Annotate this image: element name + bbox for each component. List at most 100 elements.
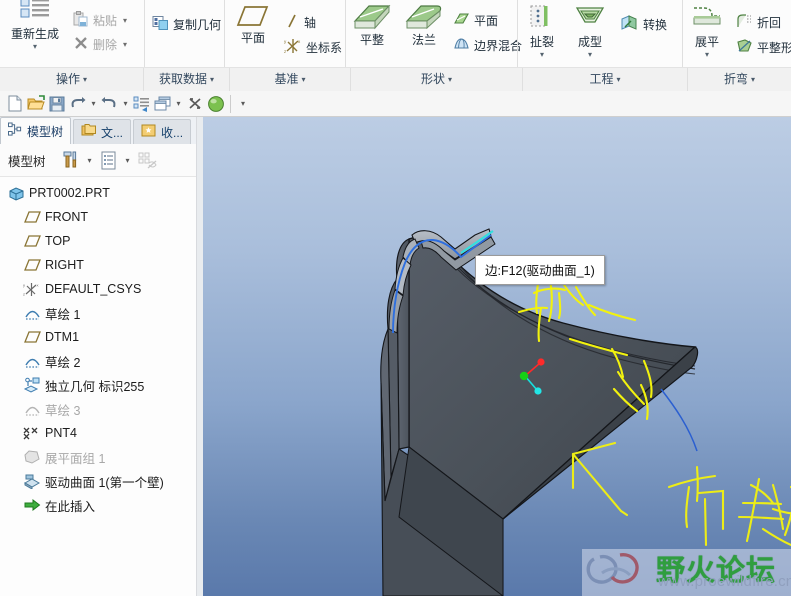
ribbon-group-label-engineering[interactable]: 工程 ▾	[523, 68, 688, 91]
tree-item-part[interactable]: PRT0002.PRT	[0, 181, 196, 205]
label-text-get-data: 获取数据	[158, 72, 207, 86]
datum-csys-label: 坐标系	[306, 41, 343, 55]
window-caret-icon[interactable]: ▾	[173, 93, 184, 114]
toolbar-overflow-button[interactable]: ▾	[235, 93, 251, 114]
boundary-blend-button[interactable]: 边界混合	[450, 35, 522, 56]
save-file-button[interactable]	[46, 93, 67, 114]
bend-back-label: 折回	[757, 16, 782, 30]
ribbon-group-label-datum[interactable]: 基准 ▾	[230, 68, 351, 91]
watermark-url: www.proewildfire.cn	[658, 573, 791, 590]
unbend-button[interactable]: 展平 ▾	[683, 2, 731, 59]
tree-item-right[interactable]: RIGHT	[0, 253, 196, 277]
unbend-caret-icon[interactable]: ▾	[705, 50, 709, 59]
ribbon-group-label-get-data[interactable]: 获取数据 ▾	[144, 68, 230, 91]
delete-button[interactable]: 删除 ▾	[70, 34, 144, 55]
list-display-icon	[101, 151, 116, 169]
tree-settings-button[interactable]	[60, 149, 82, 171]
ribbon-group-label-operations[interactable]: 操作 ▾	[0, 68, 144, 91]
undo-caret-icon[interactable]: ▾	[88, 93, 99, 114]
form-caret-icon[interactable]: ▾	[588, 50, 592, 59]
tree-item-sketch-1[interactable]: 草绘 1	[0, 301, 196, 325]
open-file-button[interactable]	[25, 93, 46, 114]
regenerate-button[interactable]: 重新生成 ▾	[4, 0, 66, 51]
redo-caret-icon[interactable]: ▾	[120, 93, 131, 114]
tree-display-button[interactable]	[98, 149, 120, 171]
tree-item-dtm1[interactable]: DTM1	[0, 325, 196, 349]
paste-icon	[73, 11, 89, 30]
datum-caret-icon[interactable]: ▾	[302, 75, 306, 84]
sphere-appearance-icon	[207, 95, 224, 112]
part-cube-icon	[6, 184, 26, 202]
ribbon: 重新生成 ▾ 粘贴 ▾ 删除 ▾ 复制几何 平面 轴 y z x 坐标系 平整 …	[0, 0, 791, 91]
form-button[interactable]: 成型 ▾	[566, 2, 614, 59]
creo-application-window: 重新生成 ▾ 粘贴 ▾ 删除 ▾ 复制几何 平面 轴 y z x 坐标系 平整 …	[0, 0, 791, 596]
convert-button[interactable]: 转换	[618, 14, 682, 35]
regenerate-button-qat[interactable]	[131, 93, 152, 114]
quick-access-toolbar: ▾ ▾ ▾ ▾	[0, 91, 791, 117]
rip-caret-icon[interactable]: ▾	[540, 50, 544, 59]
datum-axis-label: 轴	[304, 16, 317, 30]
paste-button[interactable]: 粘贴 ▾	[70, 10, 144, 31]
bend-caret-icon[interactable]: ▾	[751, 75, 755, 84]
form-label: 成型	[578, 35, 603, 49]
engineering-caret-icon[interactable]: ▾	[617, 75, 621, 84]
ribbon-group-labels: 操作 ▾ 获取数据 ▾ 基准 ▾ 形状 ▾ 工程 ▾ 折弯 ▾	[0, 67, 791, 91]
tree-item-independent-geom[interactable]: 独立几何 标识255	[0, 373, 196, 397]
flat-wall-button[interactable]: 平整	[346, 0, 398, 47]
tree-item-front[interactable]: FRONT	[0, 205, 196, 229]
tree-display-caret-icon[interactable]: ▾	[122, 149, 134, 171]
independent-geom-icon	[22, 376, 42, 394]
ribbon-group-bend: 展平 ▾ 折回 平整形	[682, 0, 791, 67]
ribbon-group-label-shape[interactable]: 形状 ▾	[351, 68, 523, 91]
tree-item-insert-here[interactable]: 在此插入	[0, 493, 196, 517]
ribbon-group-label-bend[interactable]: 折弯 ▾	[688, 68, 791, 91]
tree-item-flat-quilt-1[interactable]: 展平面组 1	[0, 445, 196, 469]
regenerate-caret-icon[interactable]: ▾	[33, 42, 37, 51]
redo-button[interactable]	[99, 93, 120, 114]
window-button[interactable]	[152, 93, 173, 114]
copy-geometry-button[interactable]: 复制几何	[149, 14, 224, 35]
filter-hidden-icon	[138, 152, 157, 168]
tab-favorites[interactable]: 收...	[133, 119, 192, 144]
toolbar-separator	[230, 94, 231, 113]
appearance-button[interactable]	[205, 93, 226, 114]
model-tree-icon	[8, 122, 23, 140]
save-disk-icon	[49, 96, 64, 111]
rip-button[interactable]: 扯裂 ▾	[518, 2, 566, 59]
shape-caret-icon[interactable]: ▾	[448, 75, 452, 84]
convert-label: 转换	[643, 18, 668, 32]
paste-label: 粘贴	[93, 14, 118, 28]
datum-axis-button[interactable]: 轴	[281, 12, 345, 33]
datum-csys-button[interactable]: y z x 坐标系	[281, 37, 345, 58]
flat-state-button[interactable]: 平整形态	[733, 37, 791, 58]
tools-hammer-icon	[63, 151, 76, 168]
regenerate-label: 重新生成	[10, 27, 59, 41]
new-file-button[interactable]	[4, 93, 25, 114]
surface-plane-icon	[453, 11, 470, 30]
tree-item-default-csys[interactable]: y z x DEFAULT_CSYS	[0, 277, 196, 301]
tree-item-top[interactable]: TOP	[0, 229, 196, 253]
datum-plane-button[interactable]: 平面	[225, 2, 281, 45]
graphics-viewport[interactable]: 边:F12(驱动曲面_1) 野火论坛 www.proewildfire.cn	[203, 117, 791, 596]
tree-item-pnt4[interactable]: PNT4	[0, 421, 196, 445]
tree-item-sketch-2[interactable]: 草绘 2	[0, 349, 196, 373]
flange-wall-button[interactable]: 法兰	[398, 0, 450, 47]
paste-caret-icon[interactable]: ▾	[123, 16, 127, 25]
get-data-caret-icon[interactable]: ▾	[210, 75, 214, 84]
tree-filter-button[interactable]	[136, 149, 158, 171]
surface-plane-button[interactable]: 平面	[450, 10, 518, 31]
tree-item-driving-surface-1[interactable]: 驱动曲面 1(第一个壁)	[0, 469, 196, 493]
close-window-button[interactable]	[184, 93, 205, 114]
panel-splitter[interactable]	[196, 117, 203, 596]
copy-geometry-label: 复制几何	[173, 18, 222, 32]
tab-folder-browser[interactable]: 文...	[73, 119, 132, 144]
undo-button[interactable]	[67, 93, 88, 114]
model-tree[interactable]: PRT0002.PRT FRONT TOP RIGHT y z x DEFAUL…	[0, 176, 196, 596]
bend-back-button[interactable]: 折回	[733, 12, 791, 33]
tree-settings-caret-icon[interactable]: ▾	[84, 149, 96, 171]
tab-model-tree[interactable]: 模型树	[0, 117, 72, 144]
tree-item-sketch-3[interactable]: 草绘 3	[0, 397, 196, 421]
operations-caret-icon[interactable]: ▾	[83, 75, 87, 84]
delete-caret-icon[interactable]: ▾	[123, 40, 127, 49]
flat-state-label: 平整形态	[757, 41, 791, 55]
